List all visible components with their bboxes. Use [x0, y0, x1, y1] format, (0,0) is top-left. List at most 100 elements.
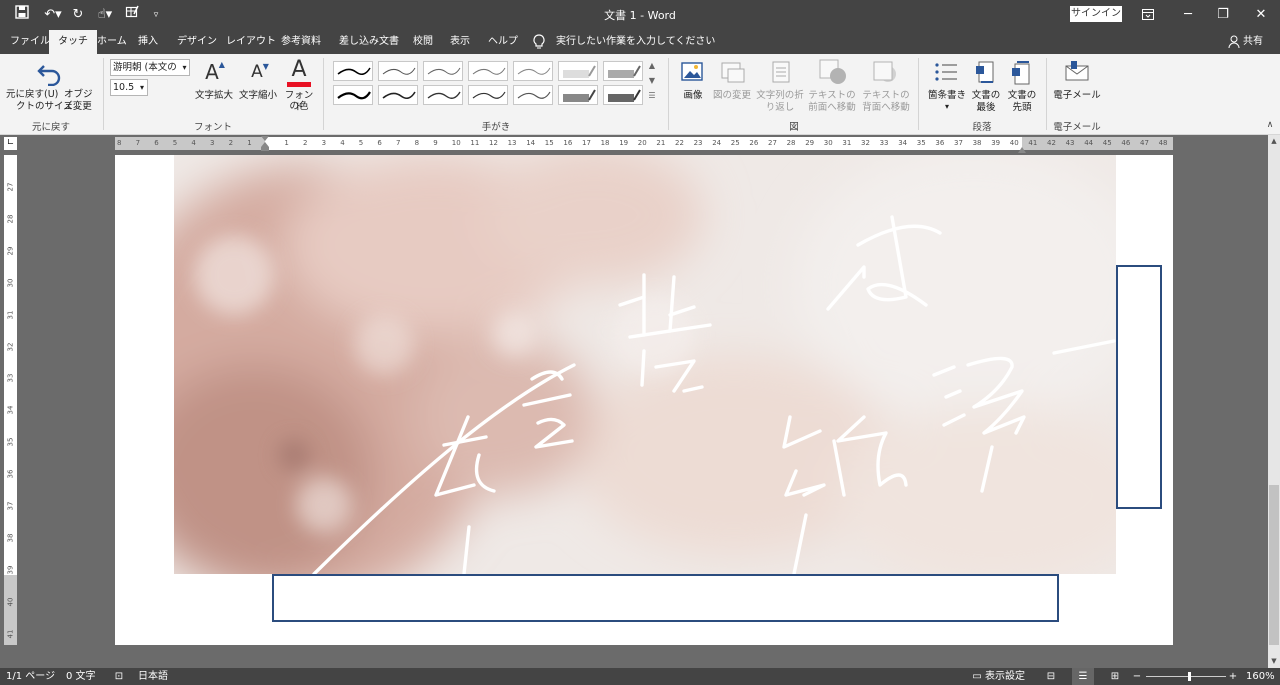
gallery-scroll-down-icon[interactable]: ▼ [646, 76, 658, 90]
ruler-tick-label: 35 [916, 139, 926, 147]
word-count[interactable]: 0 文字 [66, 668, 96, 685]
picture-button[interactable]: 画像 [674, 90, 712, 102]
ruler-tick-label: 2 [228, 139, 234, 147]
ruler-tick-label: 2 [303, 139, 308, 147]
wrap-text-button-line1[interactable]: 文字列の折 [754, 90, 806, 102]
redo-quick-icon[interactable]: ↻ [68, 5, 88, 25]
font-name-dropdown-icon[interactable]: ▾ [179, 59, 190, 76]
grow-font-button[interactable]: 文字拡大 [192, 90, 236, 102]
collapse-ribbon-icon[interactable]: ∧ [1264, 120, 1276, 132]
bring-forward-button-line2[interactable]: 前面へ移動 [806, 102, 858, 114]
pen-black-thin[interactable] [333, 61, 373, 81]
undo-quick-icon[interactable]: ↶▾ [40, 5, 66, 25]
tab-help[interactable]: ヘルプ [479, 30, 527, 54]
bullets-dropdown-icon[interactable]: ▾ [940, 102, 954, 111]
zoom-level[interactable]: 160% [1246, 668, 1275, 685]
tab-view[interactable]: 表示 [441, 30, 479, 54]
web-layout-icon[interactable]: ⊞ [1108, 668, 1122, 685]
proofing-icon[interactable]: ⊡ [112, 668, 126, 685]
doc-end-button-line2[interactable]: 最後 [968, 102, 1004, 114]
group-separator [918, 58, 919, 130]
pen-black-medium-2[interactable] [423, 85, 463, 105]
pen-gray-thin[interactable] [378, 61, 418, 81]
ruler-tick-label: 7 [396, 139, 401, 147]
pen-gray-thin-4[interactable] [513, 61, 553, 81]
pen-black-medium-3[interactable] [468, 85, 508, 105]
print-layout-icon[interactable]: ☰ [1076, 668, 1090, 685]
highlighter-darker[interactable] [603, 85, 643, 105]
ruler-tick-label: 10 [451, 139, 461, 147]
ruler-tick-label: 30 [823, 139, 833, 147]
scrollbar-thumb[interactable] [1269, 485, 1279, 645]
object-resize-button-line2[interactable]: クトのサイズ変更 [16, 101, 96, 113]
signin-button[interactable]: サインイン [1070, 6, 1122, 22]
share-button[interactable]: 共有 [1243, 30, 1263, 54]
ruler-tick-label: 45 [1102, 139, 1112, 147]
gallery-more-icon[interactable]: ☰ [646, 91, 658, 105]
ruler-tick-label: 3 [321, 139, 327, 147]
pen-gray-thin-3[interactable] [468, 61, 508, 81]
ruler-tick-label: 15 [544, 139, 554, 147]
tab-insert[interactable]: 挿入 [129, 30, 167, 54]
send-backward-button-line2[interactable]: 背面へ移動 [858, 102, 914, 114]
scroll-down-icon[interactable]: ▼ [1268, 655, 1280, 667]
scroll-up-icon[interactable]: ▲ [1268, 135, 1280, 147]
undo-button[interactable]: 元に戻す(U) [6, 89, 66, 101]
undo-icon[interactable] [36, 60, 66, 87]
highlighter-gray[interactable] [603, 61, 643, 81]
group-label-picture: 図 [789, 122, 799, 133]
font-color-button-line2[interactable]: の色 [282, 101, 316, 113]
text-box-bottom[interactable] [272, 574, 1059, 622]
font-size-dropdown-icon[interactable]: ▾ [136, 79, 148, 96]
wrap-text-button-line2[interactable]: り返し [754, 102, 806, 114]
display-settings-button[interactable]: 表示設定 [985, 668, 1025, 685]
group-separator [668, 58, 669, 130]
group-label-email: 電子メール [1053, 122, 1101, 133]
text-box-right[interactable] [1116, 265, 1162, 509]
bullets-button[interactable]: 箇条書き [925, 90, 969, 102]
shrink-font-button[interactable]: 文字縮小 [236, 90, 280, 102]
tab-references[interactable]: 参考資料 [272, 30, 330, 54]
send-backward-button-line1[interactable]: テキストの [858, 90, 914, 102]
ruler-tick-label: 18 [600, 139, 610, 147]
zoom-out-icon[interactable]: − [1132, 668, 1142, 685]
tab-selector-icon[interactable]: ∟ [4, 137, 17, 150]
tab-review[interactable]: 校閲 [404, 30, 442, 54]
group-label-ink: 手がき [481, 122, 511, 133]
pen-gray-thin-2[interactable] [423, 61, 463, 81]
change-picture-button[interactable]: 図の変更 [712, 90, 752, 102]
save-icon[interactable] [12, 5, 32, 25]
cherry-blossom-image[interactable] [174, 155, 1116, 574]
ribbon: 元に戻す(U) オブジェ クトのサイズ変更 元に戻す 游明朝 (本文の ▾ 10… [0, 54, 1280, 135]
pen-black-thick[interactable] [333, 85, 373, 105]
close-icon[interactable]: ✕ [1238, 0, 1280, 30]
zoom-slider-thumb[interactable] [1188, 672, 1191, 681]
pen-gray-medium[interactable] [513, 85, 553, 105]
highlighter-light[interactable] [558, 61, 598, 81]
gallery-scroll-up-icon[interactable]: ▲ [646, 61, 658, 75]
doc-start-button-line2[interactable]: 先頭 [1004, 102, 1040, 114]
zoom-in-icon[interactable]: + [1228, 668, 1238, 685]
font-name-combo[interactable]: 游明朝 (本文の [110, 59, 190, 76]
page-count[interactable]: 1/1 ページ [6, 668, 55, 685]
right-indent-marker-icon[interactable] [1018, 143, 1026, 153]
vertical-ruler-tick-label: 28 [6, 214, 15, 224]
highlighter-dark[interactable] [558, 85, 598, 105]
tab-mailings[interactable]: 差し込み文書 [330, 30, 408, 54]
zoom-slider-track[interactable] [1146, 676, 1226, 677]
doc-start-button-line1[interactable]: 文書の [1004, 90, 1040, 102]
doc-end-button-line1[interactable]: 文書の [968, 90, 1004, 102]
bring-forward-button-line1[interactable]: テキストの [806, 90, 858, 102]
vertical-ruler-tick-label: 40 [6, 597, 15, 607]
touch-mode-icon[interactable]: ☝▾ [92, 5, 118, 25]
ruler-tick-label: 14 [526, 139, 536, 147]
read-mode-icon[interactable]: ⊟ [1044, 668, 1058, 685]
pen-black-medium[interactable] [378, 85, 418, 105]
email-button[interactable]: 電子メール [1050, 90, 1104, 102]
customize-qat-icon[interactable]: ▿ [146, 5, 166, 25]
language-indicator[interactable]: 日本語 [138, 668, 168, 685]
vertical-ruler-tick-label: 36 [6, 469, 15, 479]
indent-marker-icon[interactable] [261, 136, 269, 152]
tell-me-search[interactable]: 実行したい作業を入力してください [556, 30, 715, 54]
draw-table-icon[interactable] [122, 5, 142, 25]
